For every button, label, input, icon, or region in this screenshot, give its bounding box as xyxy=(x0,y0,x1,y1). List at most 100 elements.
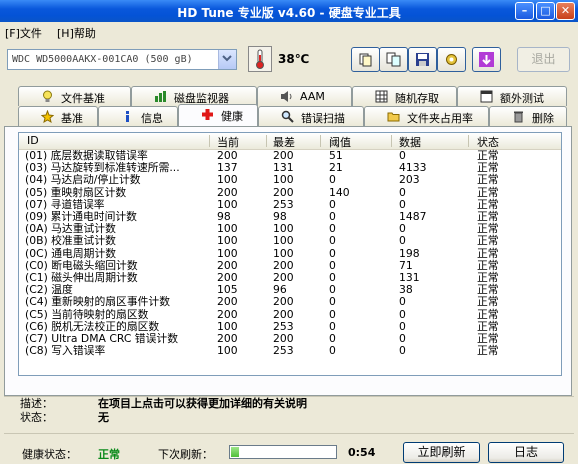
copy-info-button[interactable] xyxy=(351,47,380,72)
arrow-down-icon xyxy=(479,52,494,67)
tab-benchmark[interactable]: 基准 xyxy=(18,106,98,126)
cell-id: (0B) 校准重试计数 xyxy=(25,235,116,247)
cell-status: 正常 xyxy=(477,161,499,175)
cell-status: 正常 xyxy=(477,185,499,199)
tab-erase[interactable]: 删除 xyxy=(489,106,567,126)
health-status-value: 正常 xyxy=(98,448,120,461)
table-row[interactable]: (C0) 断电磁头缩回计数 200 200 0 71 正常 xyxy=(19,260,561,272)
col-id[interactable]: ID xyxy=(27,134,39,147)
table-row[interactable]: (C1) 磁头伸出周期计数 200 200 0 131 正常 xyxy=(19,272,561,284)
table-row[interactable]: (C5) 当前待映射的扇区数 200 200 0 0 正常 xyxy=(19,309,561,321)
cell-threshold: 0 xyxy=(329,234,336,248)
cell-data: 0 xyxy=(399,344,406,358)
cell-current: 200 xyxy=(217,332,238,345)
table-row[interactable]: (01) 底层数据读取错误率 200 200 51 0 正常 xyxy=(19,150,561,162)
menu-help[interactable]: [H]帮助 xyxy=(57,25,96,41)
grid-icon xyxy=(375,90,388,103)
table-row[interactable]: (0A) 马达重试计数 100 100 0 0 正常 xyxy=(19,223,561,235)
cell-worst: 200 xyxy=(273,295,294,309)
exit-button[interactable]: 退出 xyxy=(517,47,570,72)
cell-threshold: 0 xyxy=(329,332,336,345)
save-button[interactable] xyxy=(408,47,437,72)
options-button[interactable] xyxy=(437,47,466,72)
tab-disk-monitor[interactable]: 磁盘监视器 xyxy=(131,86,257,106)
tab-folder-usage[interactable]: 文件夹占用率 xyxy=(364,106,489,126)
close-button[interactable]: ✕ xyxy=(556,2,575,20)
table-row[interactable]: (03) 马达旋转到标准转速所需... 137 131 21 4133 正常 xyxy=(19,162,561,174)
log-button[interactable]: 日志 xyxy=(488,442,564,463)
cell-threshold: 21 xyxy=(329,161,343,175)
table-row[interactable]: (C8) 写入错误率 100 253 0 0 正常 xyxy=(19,345,561,357)
cell-current: 200 xyxy=(217,258,238,272)
cell-threshold: 0 xyxy=(329,283,336,297)
table-row[interactable]: (05) 重映射扇区计数 200 200 140 0 正常 xyxy=(19,187,561,199)
col-threshold[interactable]: 阈值 xyxy=(329,134,351,150)
table-row[interactable]: (0C) 通电周期计数 100 100 0 198 正常 xyxy=(19,248,561,260)
refresh-countdown: 0:54 xyxy=(348,446,376,459)
tab-random-access[interactable]: 随机存取 xyxy=(352,86,457,106)
col-data[interactable]: 数据 xyxy=(399,134,421,150)
cell-threshold: 0 xyxy=(329,246,336,260)
cell-data: 0 xyxy=(399,295,406,309)
tab-file-benchmark[interactable]: 文件基准 xyxy=(18,86,131,106)
table-row[interactable]: (C7) Ultra DMA CRC 错误计数 200 200 0 0 正常 xyxy=(19,333,561,345)
cell-current: 100 xyxy=(217,173,238,187)
cell-status: 正常 xyxy=(477,234,499,248)
cell-current: 137 xyxy=(217,161,238,175)
cell-threshold: 0 xyxy=(329,222,336,236)
cell-status: 正常 xyxy=(477,173,499,187)
copy-all-button[interactable] xyxy=(379,47,408,72)
col-current[interactable]: 当前 xyxy=(217,134,239,150)
drive-select[interactable]: WDC WD5000AAKX-001CA0 (500 gB) xyxy=(7,49,237,70)
cell-id: (C5) 当前待映射的扇区数 xyxy=(25,308,149,321)
col-worst[interactable]: 最差 xyxy=(273,134,295,150)
cell-id: (01) 底层数据读取错误率 xyxy=(25,150,148,162)
cell-threshold: 0 xyxy=(329,210,336,223)
download-button[interactable] xyxy=(472,47,501,72)
cell-threshold: 51 xyxy=(329,149,343,162)
magnifier-icon xyxy=(281,110,294,123)
cell-id: (C4) 重新映射的扇区事件计数 xyxy=(25,296,171,308)
table-row[interactable]: (09) 累计通电时间计数 98 98 0 1487 正常 xyxy=(19,211,561,223)
description-text: 在项目上点击可以获得更加详细的有关说明 xyxy=(98,397,307,410)
cell-worst: 200 xyxy=(273,149,294,162)
cell-data: 198 xyxy=(399,246,420,260)
col-status[interactable]: 状态 xyxy=(477,134,499,150)
cell-status: 正常 xyxy=(477,197,499,211)
table-row[interactable]: (04) 马达启动/停止计数 100 100 0 203 正常 xyxy=(19,174,561,186)
tab-health[interactable]: 健康 xyxy=(178,104,258,127)
table-row[interactable]: (0B) 校准重试计数 100 100 0 0 正常 xyxy=(19,235,561,247)
cell-current: 100 xyxy=(217,344,238,358)
chevron-down-icon[interactable] xyxy=(218,50,236,69)
tab-aam[interactable]: AAM xyxy=(257,86,352,106)
cell-data: 0 xyxy=(399,234,406,248)
maximize-button[interactable]: □ xyxy=(536,2,555,20)
tab-info[interactable]: 信息 xyxy=(98,106,178,126)
table-row[interactable]: (C4) 重新映射的扇区事件计数 200 200 0 0 正常 xyxy=(19,296,561,308)
smart-table[interactable]: ID 当前 最差 阈值 数据 状态 (01) 底层数据读取错误率 200 200 51… xyxy=(18,132,562,376)
cell-current: 200 xyxy=(217,271,238,284)
cell-threshold: 0 xyxy=(329,319,336,333)
lightbulb-icon xyxy=(43,90,52,102)
cell-id: (C2) 温度 xyxy=(25,284,73,296)
cell-threshold: 0 xyxy=(329,295,336,309)
health-cross-icon xyxy=(202,109,213,120)
table-row[interactable]: (C2) 温度 105 96 0 38 正常 xyxy=(19,284,561,296)
tab-extra-tests[interactable]: 额外测试 xyxy=(457,86,567,106)
cell-worst: 253 xyxy=(273,319,294,333)
tab-error-scan[interactable]: 错误扫描 xyxy=(258,106,364,126)
refresh-now-button[interactable]: 立即刷新 xyxy=(403,442,480,463)
cell-data: 1487 xyxy=(399,210,427,223)
window-title: HD Tune 专业版 v4.60 - 硬盘专业工具 xyxy=(177,6,401,20)
cell-worst: 253 xyxy=(273,344,294,358)
cell-id: (03) 马达旋转到标准转速所需... xyxy=(25,162,180,174)
cell-worst: 131 xyxy=(273,161,294,175)
menu-file[interactable]: [F]文件 xyxy=(5,25,42,41)
table-row[interactable]: (07) 寻道错误率 100 253 0 0 正常 xyxy=(19,199,561,211)
cell-status: 正常 xyxy=(477,332,499,345)
title-bar[interactable]: HD Tune 专业版 v4.60 - 硬盘专业工具 – □ ✕ xyxy=(0,0,578,22)
minimize-button[interactable]: – xyxy=(515,2,534,20)
chart-icon xyxy=(155,91,166,102)
speaker-icon xyxy=(281,91,292,102)
table-row[interactable]: (C6) 脱机无法校正的扇区数 100 253 0 0 正常 xyxy=(19,321,561,333)
